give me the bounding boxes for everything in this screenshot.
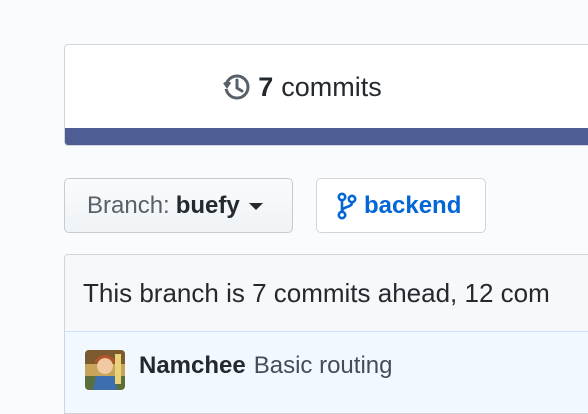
language-bar bbox=[65, 128, 588, 145]
branch-comparison-box: This branch is 7 commits ahead, 12 com N… bbox=[64, 254, 588, 414]
git-branch-icon bbox=[337, 191, 357, 220]
branch-select-button[interactable]: Branch: buefy bbox=[64, 178, 293, 233]
ahead-behind-text: This branch is 7 commits ahead, 12 com bbox=[83, 277, 550, 308]
avatar[interactable] bbox=[85, 350, 125, 390]
commit-author[interactable]: Namchee bbox=[139, 352, 246, 380]
commits-summary-link[interactable]: 7 commits bbox=[65, 45, 588, 129]
caret-down-icon bbox=[248, 203, 263, 210]
history-icon bbox=[222, 72, 252, 102]
commits-summary-box: 7 commits bbox=[64, 44, 588, 146]
branch-select-value: buefy bbox=[175, 191, 240, 219]
compare-branch-button[interactable]: backend bbox=[316, 178, 486, 233]
commit-count-label: commits bbox=[281, 71, 382, 102]
branch-select-prefix: Branch: bbox=[87, 191, 170, 219]
commit-message[interactable]: Basic routing bbox=[254, 352, 393, 380]
compare-branch-label: backend bbox=[364, 191, 462, 219]
commit-count: 7 bbox=[258, 71, 274, 102]
